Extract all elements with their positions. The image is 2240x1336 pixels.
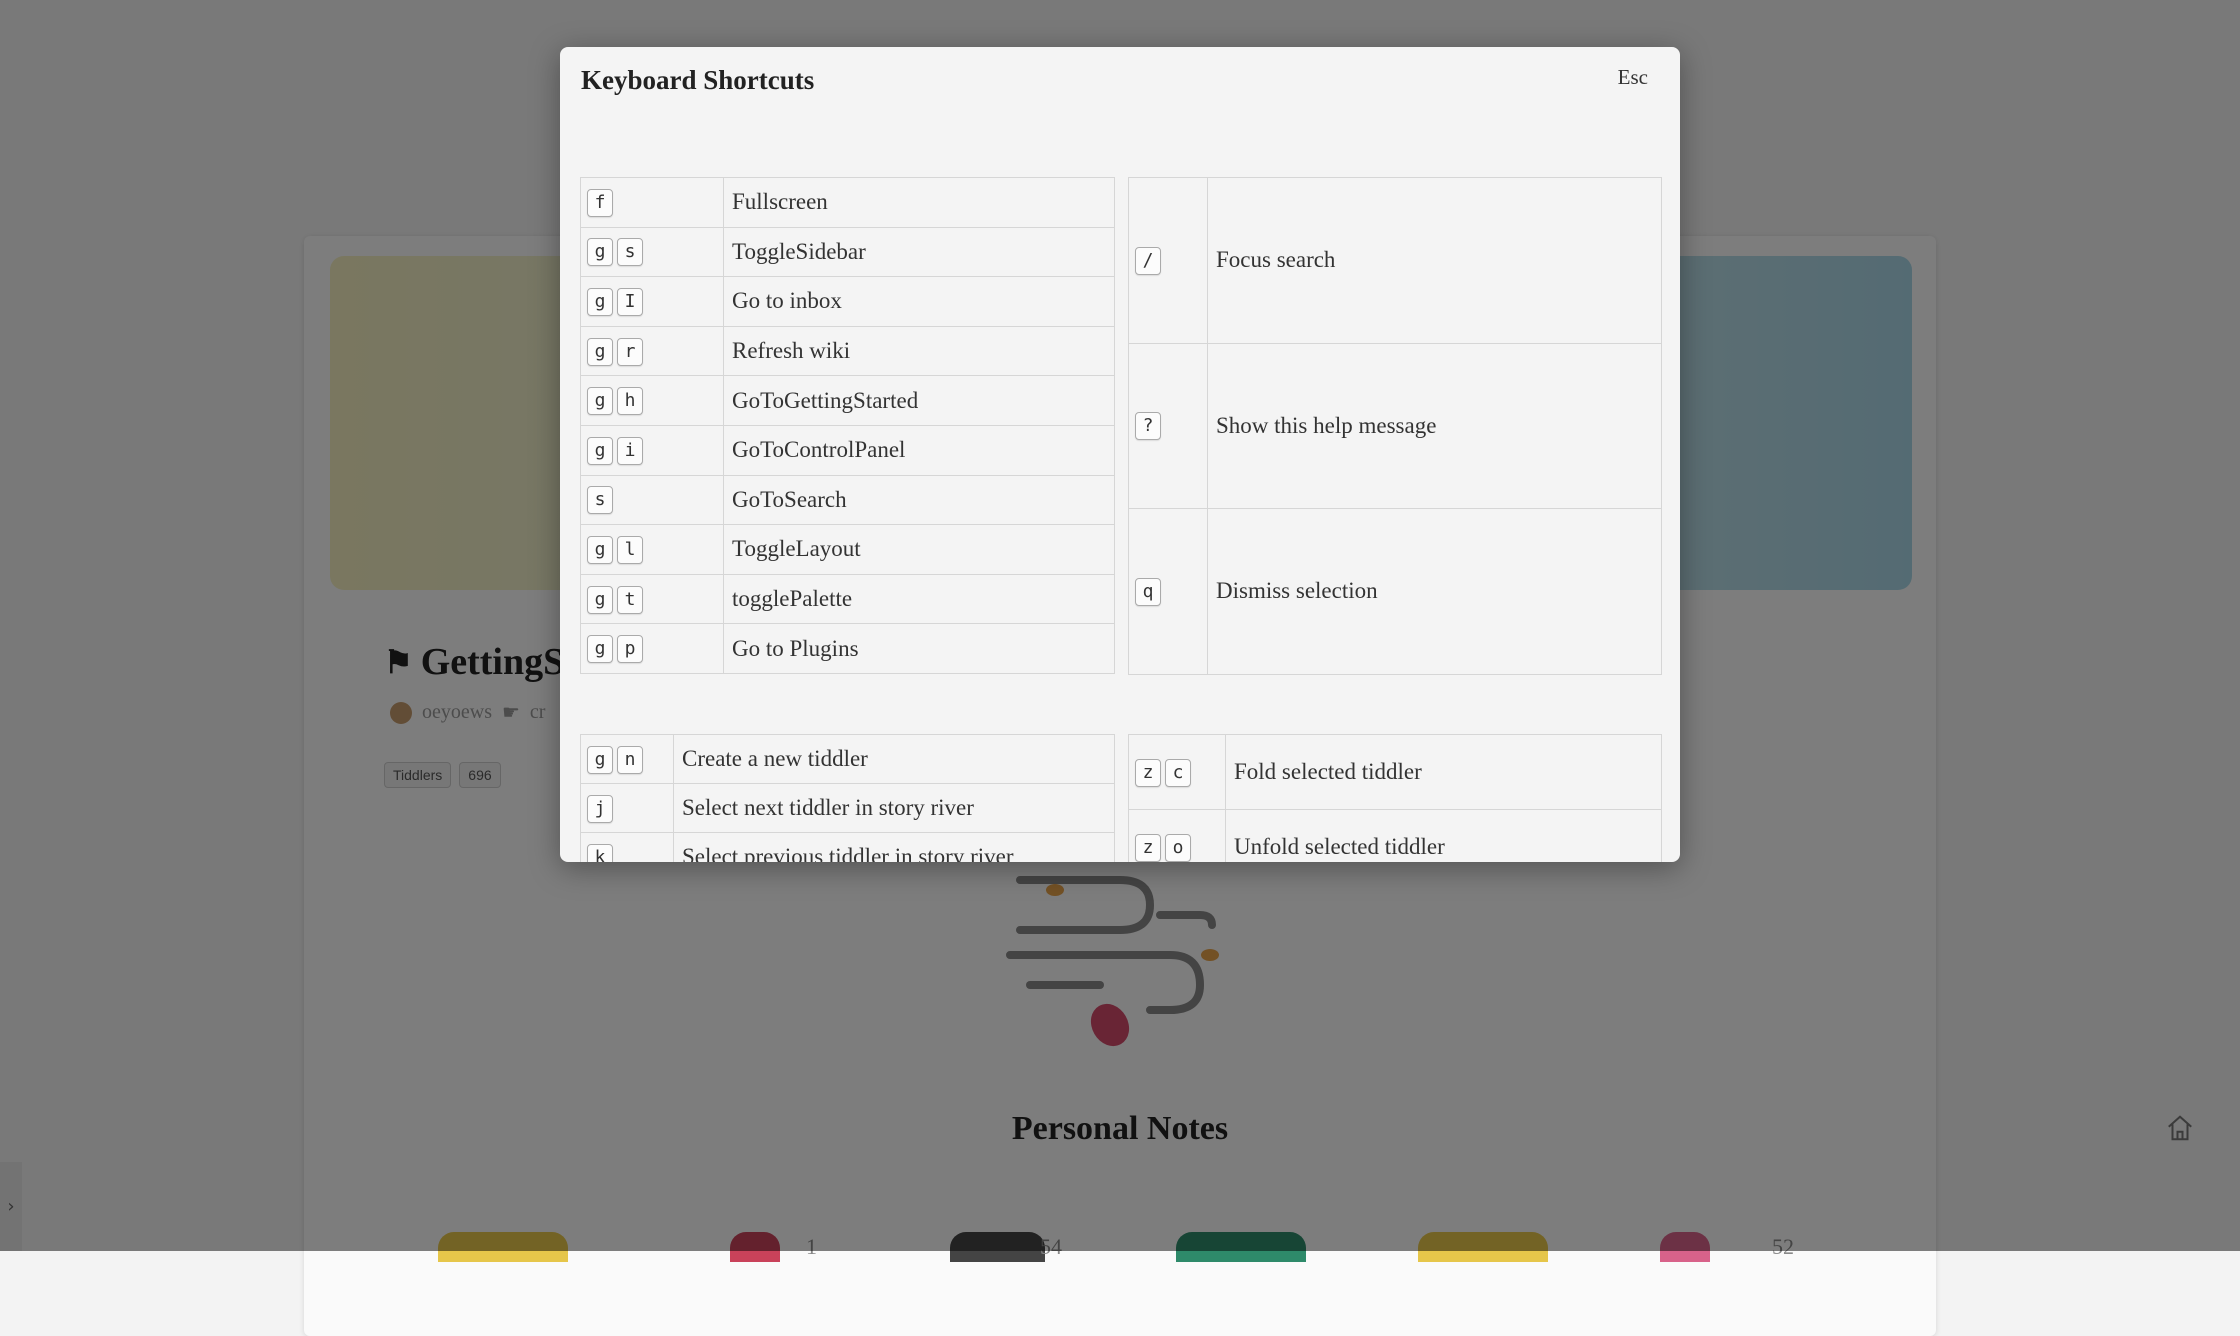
- key-cap: g: [587, 436, 613, 465]
- shortcut-keys: gI: [580, 276, 724, 327]
- close-button[interactable]: Esc: [1618, 65, 1648, 90]
- shortcut-label: Dismiss selection: [1207, 508, 1662, 675]
- key-cap: g: [587, 387, 613, 416]
- shortcut-label: ToggleSidebar: [723, 226, 1115, 278]
- shortcut-keys: f: [580, 177, 724, 228]
- shortcut-row: g t togglePalette: [580, 573, 1115, 625]
- shortcut-label: Go to Plugins: [723, 623, 1115, 674]
- key-cap: /: [1135, 246, 1161, 275]
- key-cap: g: [587, 337, 613, 366]
- shortcut-keys: gl: [580, 524, 724, 575]
- shortcut-row: s GoToSearch: [580, 474, 1115, 526]
- key-cap: t: [617, 585, 643, 614]
- shortcut-row: g n Create a new tiddler: [580, 734, 1115, 784]
- shortcut-label: Fullscreen: [723, 177, 1115, 228]
- shortcut-row: z c Fold selected tiddler: [1128, 734, 1662, 810]
- shortcut-keys: zc: [1128, 734, 1226, 810]
- key-cap: g: [587, 238, 613, 267]
- shortcut-row: g i GoToControlPanel: [580, 424, 1115, 476]
- shortcut-label: Select previous tiddler in story river: [673, 832, 1115, 862]
- key-cap: k: [587, 843, 613, 862]
- shortcut-keys: gs: [580, 226, 724, 278]
- shortcut-keys: ?: [1128, 342, 1208, 510]
- shortcut-label: GoToSearch: [723, 474, 1115, 526]
- key-cap: c: [1165, 758, 1191, 787]
- side-shortcuts-table: / Focus search? Show this help message q Dis…: [1128, 177, 1662, 675]
- key-cap: g: [587, 585, 613, 614]
- key-cap: ?: [1135, 412, 1161, 441]
- key-cap: g: [587, 635, 613, 664]
- shortcut-label: togglePalette: [723, 573, 1115, 625]
- shortcut-label: Create a new tiddler: [673, 734, 1115, 784]
- shortcut-label: GoToControlPanel: [723, 424, 1115, 476]
- key-cap: o: [1165, 833, 1191, 862]
- shortcut-row: g s ToggleSidebar: [580, 226, 1115, 278]
- shortcut-label: Fold selected tiddler: [1225, 734, 1662, 810]
- key-cap: z: [1135, 833, 1161, 862]
- key-cap: l: [617, 535, 643, 564]
- modal-title: Keyboard Shortcuts: [581, 65, 815, 95]
- key-cap: n: [617, 745, 643, 774]
- key-cap: q: [1135, 577, 1161, 606]
- shortcut-label: Select next tiddler in story river: [673, 783, 1115, 833]
- shortcut-keys: q: [1128, 508, 1208, 675]
- key-cap: j: [587, 794, 613, 823]
- shortcut-keys: zo: [1128, 809, 1226, 862]
- key-cap: f: [587, 188, 613, 217]
- key-cap: h: [617, 387, 643, 416]
- shortcut-keys: gr: [580, 325, 724, 377]
- shortcut-keys: s: [580, 474, 724, 526]
- shortcut-row: j Select next tiddler in story river: [580, 783, 1115, 833]
- keyboard-shortcuts-modal: Keyboard Shortcuts Esc f Fullscreen g s Togg…: [560, 47, 1680, 862]
- key-cap: g: [587, 535, 613, 564]
- key-cap: p: [617, 635, 643, 664]
- shortcut-row: f Fullscreen: [580, 177, 1115, 228]
- shortcut-keys: gt: [580, 573, 724, 625]
- shortcut-row: k Select previous tiddler in story river: [580, 832, 1115, 862]
- shortcut-label: ToggleLayout: [723, 524, 1115, 575]
- shortcut-row: ? Show this help message: [1128, 342, 1662, 510]
- shortcut-keys: j: [580, 783, 674, 833]
- shortcut-keys: k: [580, 832, 674, 862]
- key-cap: z: [1135, 758, 1161, 787]
- shortcut-label: Show this help message: [1207, 342, 1662, 510]
- shortcut-row: g h GoToGettingStarted: [580, 375, 1115, 426]
- key-cap: r: [617, 337, 643, 366]
- shortcut-keys: gp: [580, 623, 724, 674]
- shortcut-label: GoToGettingStarted: [723, 375, 1115, 426]
- key-cap: s: [617, 238, 643, 267]
- shortcut-label: Go to inbox: [723, 276, 1115, 327]
- shortcut-row: / Focus search: [1128, 177, 1662, 344]
- shortcut-label: Unfold selected tiddler: [1225, 809, 1662, 862]
- key-cap: s: [587, 486, 613, 515]
- key-cap: g: [587, 287, 613, 316]
- tiddler-shortcuts-table: g n Create a new tiddler j Select next tiddl…: [580, 734, 1115, 862]
- shortcut-row: g p Go to Plugins: [580, 623, 1115, 674]
- shortcut-row: q Dismiss selection: [1128, 508, 1662, 675]
- shortcut-keys: gi: [580, 424, 724, 476]
- shortcut-keys: /: [1128, 177, 1208, 344]
- key-cap: i: [617, 436, 643, 465]
- shortcut-row: g l ToggleLayout: [580, 524, 1115, 575]
- shortcut-keys: gh: [580, 375, 724, 426]
- key-cap: I: [617, 287, 643, 316]
- shortcut-label: Refresh wiki: [723, 325, 1115, 377]
- shortcut-label: Focus search: [1207, 177, 1662, 344]
- shortcut-row: z o Unfold selected tiddler: [1128, 809, 1662, 862]
- key-cap: g: [587, 745, 613, 774]
- fold-shortcuts-table: z c Fold selected tiddler z o Unfold selected…: [1128, 734, 1662, 862]
- shortcut-keys: gn: [580, 734, 674, 784]
- main-shortcuts-table: f Fullscreen g s ToggleSidebar g I Go to inbox g…: [580, 177, 1115, 674]
- shortcut-row: g r Refresh wiki: [580, 325, 1115, 377]
- shortcut-row: g I Go to inbox: [580, 276, 1115, 327]
